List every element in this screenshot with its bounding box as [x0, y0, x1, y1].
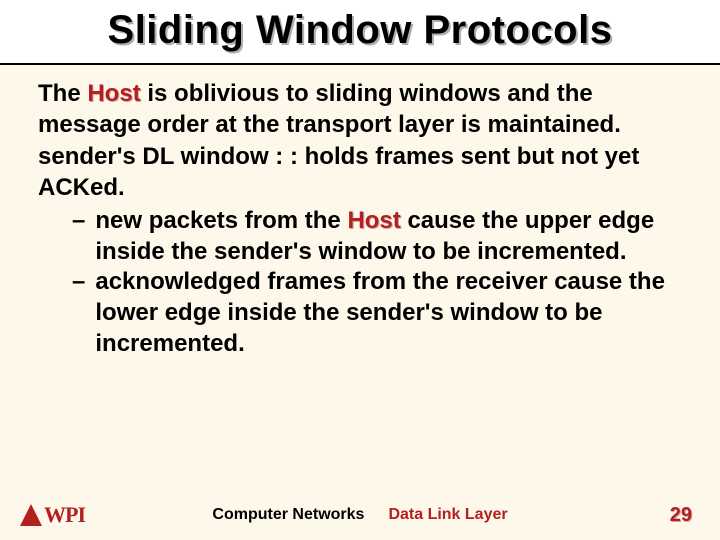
list-item: – acknowledged frames from the receiver … — [38, 267, 682, 359]
paragraph-1: The Host is oblivious to sliding windows… — [38, 79, 682, 140]
slide-body: The Host is oblivious to sliding windows… — [0, 65, 720, 359]
footer-label-b: Data Link Layer — [388, 506, 507, 524]
logo: WPI — [20, 502, 85, 528]
footer: WPI Computer Networks Data Link Layer 29 — [0, 502, 720, 528]
bullet-dash: – — [72, 206, 95, 267]
b1-pre: acknowledged frames from the receiver ca… — [95, 268, 665, 356]
list-item: – new packets from the Host cause the up… — [38, 206, 682, 267]
bullet-text: acknowledged frames from the receiver ca… — [95, 267, 682, 359]
bullet-dash: – — [72, 267, 95, 359]
logo-icon — [20, 504, 42, 526]
footer-label-a: Computer Networks — [212, 506, 364, 524]
host-keyword: Host — [87, 80, 140, 107]
b0-pre: new packets from the — [95, 207, 347, 234]
p1-text-a: The — [38, 80, 87, 107]
paragraph-2: sender's DL window : : holds frames sent… — [38, 142, 682, 203]
footer-center: Computer Networks Data Link Layer — [212, 506, 507, 524]
page-number: 29 — [670, 504, 692, 527]
bullet-list: – new packets from the Host cause the up… — [38, 206, 682, 360]
title-bar: Sliding Window Protocols — [0, 0, 720, 65]
host-keyword: Host — [347, 207, 400, 234]
bullet-text: new packets from the Host cause the uppe… — [95, 206, 682, 267]
logo-text: WPI — [44, 502, 85, 528]
slide-title: Sliding Window Protocols — [0, 8, 720, 53]
